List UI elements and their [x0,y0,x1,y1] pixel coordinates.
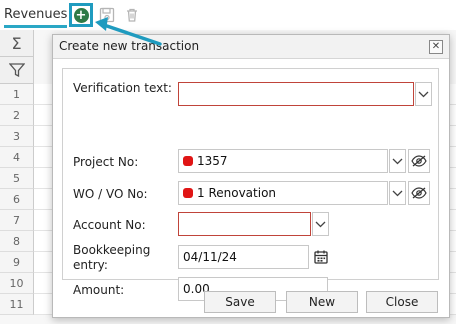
dialog-title: Create new transaction [59,39,200,53]
chevron-down-icon [392,158,403,164]
amount-label: Amount: [73,283,125,297]
save-button[interactable]: Save [204,291,276,313]
calendar-icon [314,250,328,264]
row-number[interactable]: 3 [0,126,34,147]
add-button[interactable]: + [69,3,93,27]
delete-toolbar-button[interactable] [122,5,142,25]
project-no-value: 1357 [197,154,228,168]
row-number[interactable]: 6 [0,189,34,210]
row-number[interactable]: 5 [0,168,34,189]
verification-text-label: Verification text: [73,81,172,95]
tab-active-indicator [4,25,68,28]
chevron-down-icon [315,221,326,227]
toolbar: Revenues + [0,0,456,30]
trash-icon [127,8,137,22]
project-no-input[interactable]: 1357 [178,149,388,173]
row-number[interactable]: 10 [0,273,34,294]
transaction-form: Verification text: Project No: 1357 WO /… [62,68,439,301]
sum-icon[interactable]: Σ [0,30,34,57]
close-icon: ✕ [431,41,441,52]
eye-off-icon [411,187,427,199]
account-no-dropdown-button[interactable] [312,212,329,236]
wo-vo-no-label: WO / VO No: [73,187,148,201]
bookkeeping-entry-input[interactable]: 04/11/24 [178,245,309,269]
account-no-input[interactable] [178,212,311,236]
save-toolbar-button[interactable] [97,5,117,25]
tab-revenues-label: Revenues [4,7,68,22]
project-no-dropdown-button[interactable] [389,149,406,173]
project-no-visibility-button[interactable] [408,149,430,173]
dialog-close-button[interactable]: ✕ [429,40,443,54]
calendar-button[interactable] [313,249,329,265]
create-transaction-dialog: Create new transaction ✕ Verification te… [52,34,450,318]
project-no-label: Project No: [73,155,139,169]
close-button[interactable]: Close [366,291,438,313]
status-red-indicator [183,188,193,198]
eye-off-icon [411,155,427,167]
row-number[interactable]: 11 [0,294,34,315]
row-number[interactable]: 1 [0,84,34,105]
tab-revenues[interactable]: Revenues [4,4,68,28]
chevron-down-icon [392,190,403,196]
row-number[interactable]: 7 [0,210,34,231]
new-button[interactable]: New [286,291,358,313]
filter-button[interactable] [0,57,34,84]
filter-icon [8,63,25,77]
bookkeeping-entry-label: Bookkeeping entry: [73,243,151,272]
status-red-indicator [183,156,193,166]
verification-dropdown-button[interactable] [415,82,432,106]
add-icon: + [73,7,89,23]
row-number[interactable]: 4 [0,147,34,168]
wo-vo-no-input[interactable]: 1 Renovation [178,181,388,205]
wo-vo-no-value: 1 Renovation [197,186,277,200]
verification-text-input[interactable] [178,82,414,106]
wo-vo-no-visibility-button[interactable] [408,181,430,205]
row-number[interactable]: 8 [0,231,34,252]
save-icon [99,7,115,23]
row-number[interactable]: 9 [0,252,34,273]
wo-vo-no-dropdown-button[interactable] [389,181,406,205]
account-no-label: Account No: [73,218,146,232]
row-number[interactable]: 2 [0,105,34,126]
chevron-down-icon [418,91,429,97]
dialog-titlebar: Create new transaction ✕ [53,35,449,59]
